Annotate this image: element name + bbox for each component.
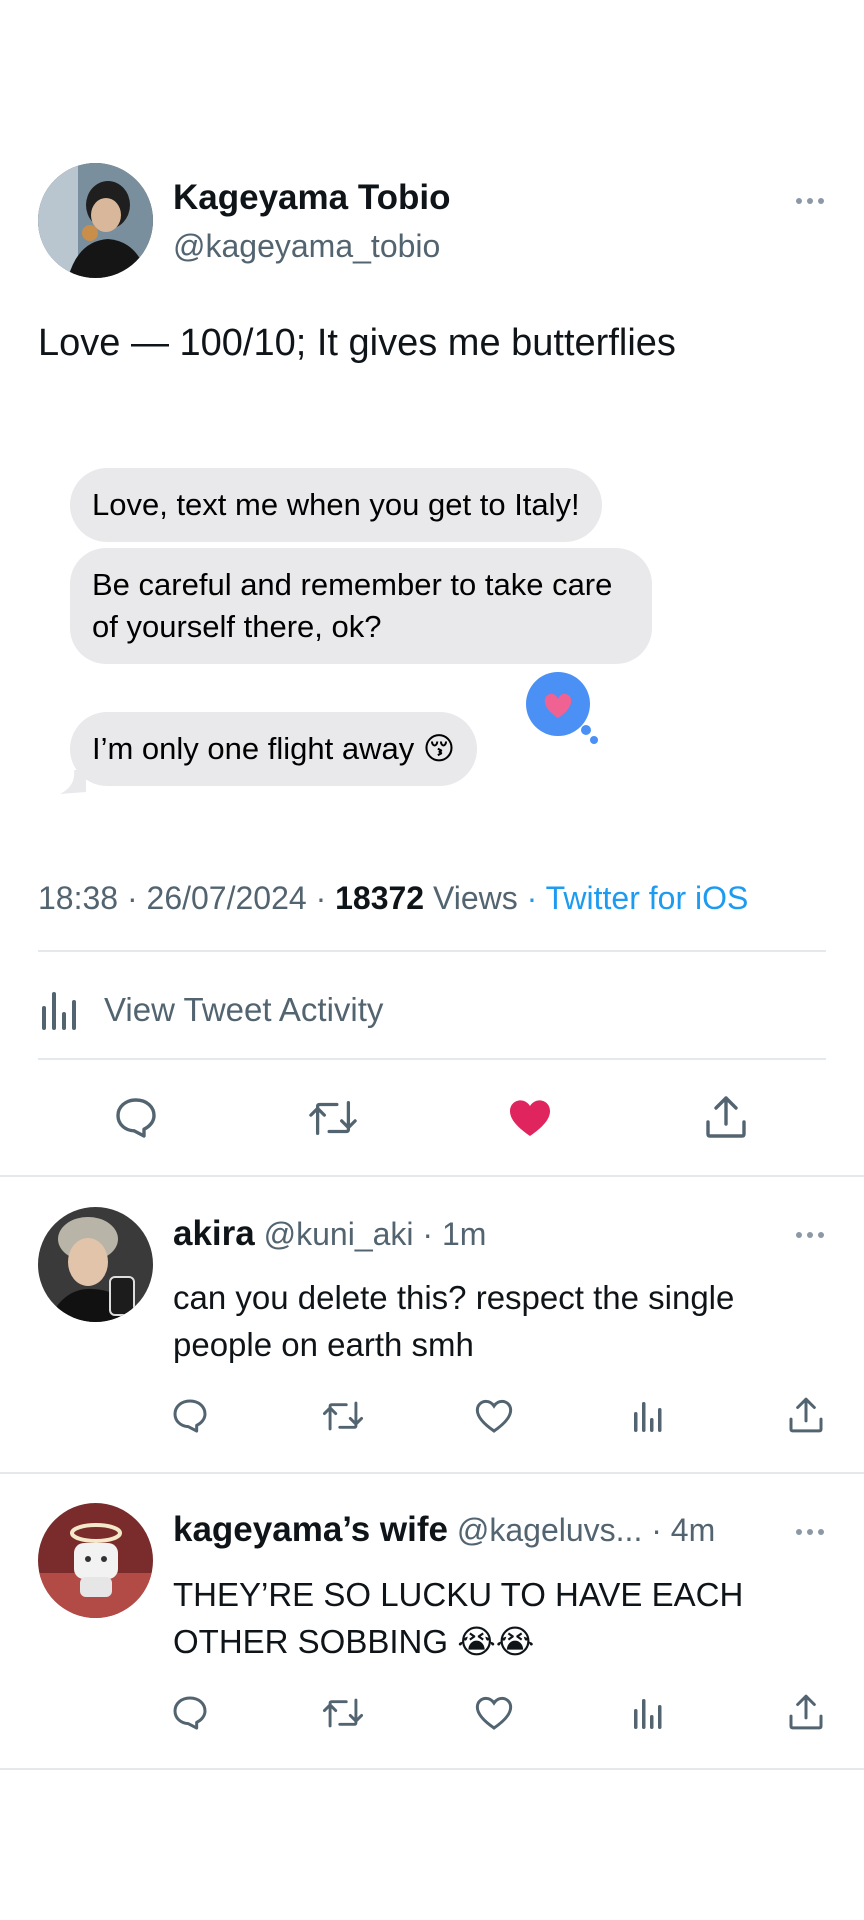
author-name[interactable]: Kageyama Tobio: [173, 178, 450, 218]
view-tweet-activity-label: View Tweet Activity: [104, 991, 384, 1028]
reply-avatar-photo: [38, 1207, 153, 1322]
reply-text: can you delete this? respect the single …: [173, 1279, 735, 1363]
like-icon[interactable]: [474, 1693, 514, 1733]
like-icon[interactable]: [474, 1396, 514, 1436]
analytics-icon: [38, 988, 82, 1032]
reply-icon[interactable]: [170, 1396, 210, 1436]
bubble-tail: [60, 770, 86, 794]
retweet-icon[interactable]: [322, 1396, 364, 1436]
reply-author-handle[interactable]: @kuni_aki: [264, 1216, 414, 1252]
tweet-time: 18:38: [38, 880, 119, 916]
reply-avatar-photo: [38, 1503, 153, 1618]
share-icon[interactable]: [786, 1394, 826, 1436]
reply-author-name[interactable]: kageyama’s wife: [173, 1510, 448, 1549]
share-icon[interactable]: [702, 1092, 750, 1142]
reply-icon[interactable]: [112, 1094, 160, 1142]
reply-avatar[interactable]: [38, 1207, 153, 1322]
reply-avatar[interactable]: [38, 1503, 153, 1618]
tweet-source-link[interactable]: · Twitter for iOS: [527, 880, 749, 916]
analytics-icon[interactable]: [630, 1398, 666, 1434]
reply-author-handle[interactable]: @kageluvs...: [457, 1512, 642, 1548]
liked-heart-icon[interactable]: [506, 1094, 554, 1142]
retweet-icon[interactable]: [322, 1693, 364, 1733]
author-handle[interactable]: @kageyama_tobio: [173, 228, 440, 265]
more-options-icon[interactable]: [796, 1529, 824, 1535]
more-options-icon[interactable]: [796, 1232, 824, 1238]
heart-reaction-icon: [526, 672, 598, 744]
divider: [0, 1472, 864, 1474]
divider: [0, 1768, 864, 1770]
author-photo: [38, 163, 153, 278]
divider: [38, 950, 826, 952]
reply-text: THEY’RE SO LUCKU TO HAVE EACH OTHER SOBB…: [173, 1576, 744, 1660]
reply-time: · 1m: [422, 1216, 487, 1252]
retweet-icon[interactable]: [308, 1094, 358, 1142]
reply-author-name[interactable]: akira: [173, 1214, 255, 1253]
divider: [0, 1175, 864, 1177]
author-avatar[interactable]: [38, 163, 153, 278]
reply-time: · 4m: [651, 1512, 716, 1548]
share-icon[interactable]: [786, 1691, 826, 1733]
more-options-icon[interactable]: [796, 198, 824, 204]
tweet-date: 26/07/2024: [146, 880, 307, 916]
message-bubble: I’m only one flight away 😚: [70, 712, 478, 786]
analytics-icon[interactable]: [630, 1695, 666, 1731]
reply-header: akira @kuni_aki · 1m: [173, 1214, 486, 1254]
reply-header: kageyama’s wife @kageluvs... · 4m: [173, 1510, 715, 1550]
message-bubble: Be careful and remember to take care of …: [70, 548, 652, 664]
tweet-meta: 18:38 · 26/07/2024 · 18372 Views · Twitt…: [38, 880, 748, 917]
view-tweet-activity-row[interactable]: View Tweet Activity: [38, 980, 826, 1040]
tweet-text: Love — 100/10; It gives me butterflies: [38, 322, 676, 364]
meta-separator: ·: [306, 880, 336, 916]
views-count: 18372: [335, 880, 425, 916]
views-label: Views: [432, 880, 518, 916]
meta-separator: ·: [118, 880, 147, 916]
chat-screenshot-image[interactable]: Love, text me when you get to Italy! Be …: [38, 440, 828, 810]
divider: [38, 1058, 826, 1060]
message-bubble: Love, text me when you get to Italy!: [70, 468, 602, 542]
reply-icon[interactable]: [170, 1693, 210, 1733]
